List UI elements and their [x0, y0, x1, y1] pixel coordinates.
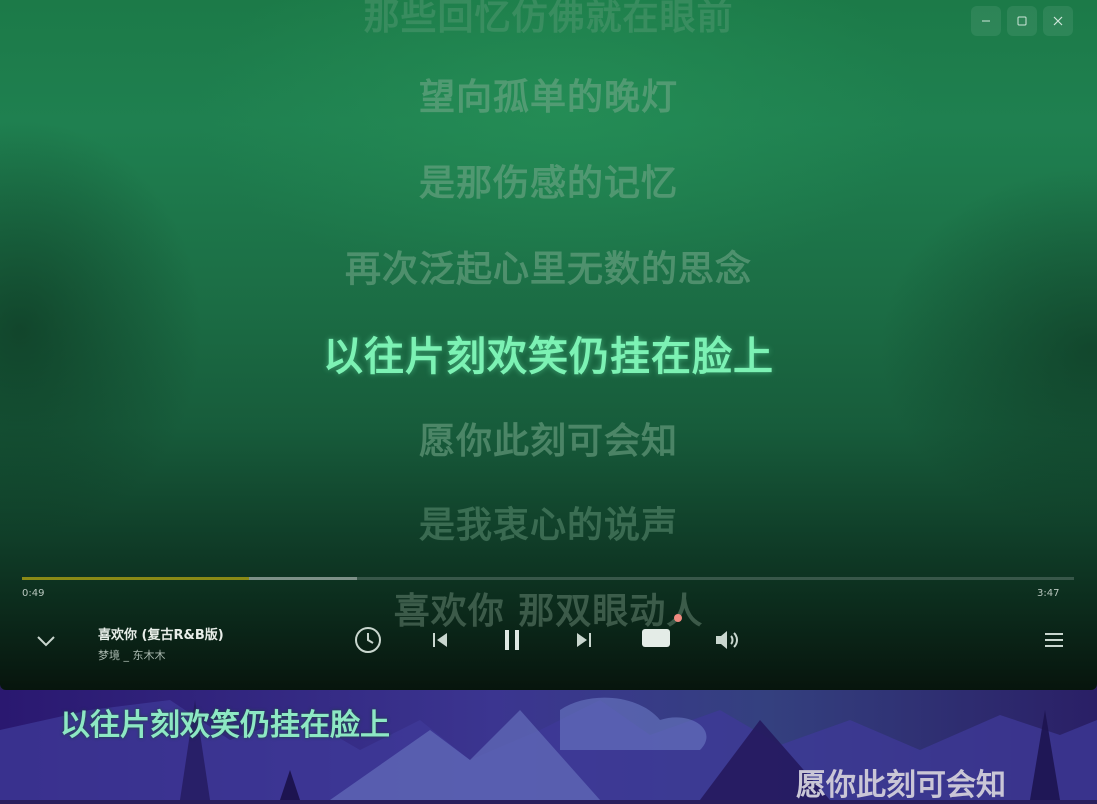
lyric-line[interactable]: 是我衷心的说声 — [0, 496, 1097, 548]
desktop-lyric-line-1: 以往片刻欢笑仍挂在脸上 — [60, 708, 390, 743]
previous-button[interactable] — [426, 626, 454, 654]
playlist-icon — [1045, 633, 1063, 647]
total-time: 3:47 — [1037, 588, 1060, 599]
progress-played — [22, 577, 250, 580]
current-time: 0:49 — [22, 588, 45, 599]
desktop-lyric-line-2: 愿你此刻可会知 — [796, 768, 1006, 803]
lyric-line[interactable]: 望向孤单的晚灯 — [0, 68, 1097, 120]
skip-next-icon — [577, 633, 591, 647]
lyric-line[interactable]: 再次泛起心里无数的思念 — [0, 240, 1097, 292]
lyric-line-current[interactable]: 以往片刻欢笑仍挂在脸上 — [0, 324, 1097, 382]
lyrics-active-dot — [674, 614, 682, 622]
collapse-button[interactable] — [32, 628, 60, 654]
volume-icon — [716, 631, 738, 649]
lyric-line-partial: 那些回忆仿佛就在眼前 — [363, 0, 734, 38]
pause-icon — [505, 630, 519, 650]
clock-icon — [355, 627, 381, 653]
volume-button[interactable] — [712, 624, 744, 656]
song-artist[interactable]: 梦境 _ 东木木 — [98, 647, 166, 663]
lyric-line[interactable]: 是那伤感的记忆 — [0, 154, 1097, 206]
playlist-button[interactable] — [1040, 626, 1068, 654]
chevron-down-icon — [37, 636, 55, 647]
progress-bar[interactable] — [22, 577, 1074, 580]
player-window: 那些回忆仿佛就在眼前 望向孤单的晚灯 是那伤感的记忆 再次泛起心里无数的思念 以… — [0, 0, 1097, 690]
next-button[interactable] — [570, 626, 598, 654]
history-button[interactable] — [352, 624, 384, 656]
song-title[interactable]: 喜欢你 (复古R&B版) — [98, 624, 224, 643]
skip-previous-icon — [433, 633, 447, 647]
desktop-lyrics-icon — [642, 629, 670, 647]
lyric-line[interactable]: 愿你此刻可会知 — [0, 412, 1097, 464]
pause-button[interactable] — [496, 624, 528, 656]
desktop-lyrics-button[interactable] — [638, 624, 674, 652]
